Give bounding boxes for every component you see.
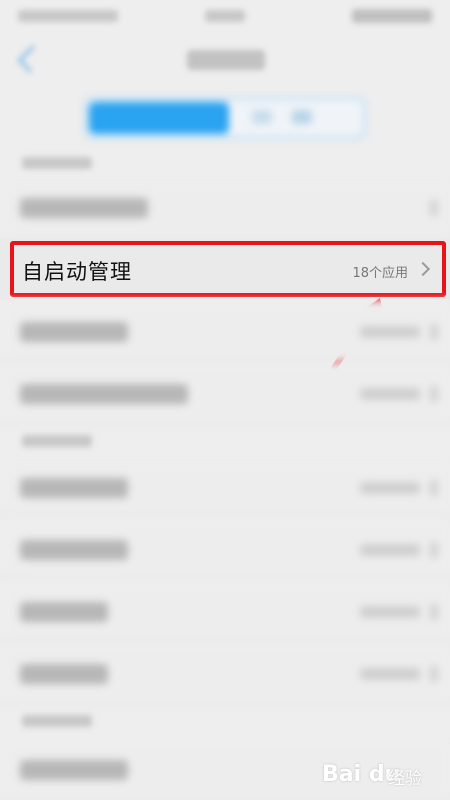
status-bar: [0, 0, 450, 34]
section-header-1: [0, 148, 450, 178]
section-header-3: [0, 706, 450, 736]
list-item-label: [20, 602, 108, 622]
chevron-right-icon: [430, 324, 438, 340]
navigation-bar: [0, 34, 450, 88]
watermark-suffix: 经验: [388, 769, 422, 789]
list-item-value: [360, 482, 420, 494]
chevron-right-icon: [430, 542, 438, 558]
list-item-label: [20, 384, 188, 404]
segmented-control: [84, 97, 366, 139]
list-item-label: [20, 198, 148, 218]
list-item-label: [20, 760, 128, 780]
list-item-value: [360, 668, 420, 680]
chevron-right-icon: [430, 666, 438, 682]
list-item-label: [20, 322, 128, 342]
section-header-text: [22, 157, 92, 169]
clock: [205, 10, 245, 22]
back-arrow-icon[interactable]: [16, 44, 46, 74]
segment-tab-2[interactable]: [252, 110, 272, 124]
list-item[interactable]: [0, 300, 450, 362]
list-item-value: [360, 388, 420, 400]
segment-tab-3[interactable]: [292, 110, 312, 124]
list-item-label: [20, 664, 108, 684]
list-item[interactable]: [0, 518, 450, 580]
chevron-right-icon: [430, 604, 438, 620]
section-header-text: [22, 435, 92, 447]
page-title: [187, 50, 265, 70]
list-item-value: [360, 544, 420, 556]
list-item-value: [360, 606, 420, 618]
list-item[interactable]: [0, 362, 450, 424]
list-item[interactable]: [0, 642, 450, 704]
list-item[interactable]: [0, 176, 450, 238]
chevron-right-icon: [430, 200, 438, 216]
chevron-right-icon: [430, 386, 438, 402]
segment-active-tab[interactable]: [89, 102, 229, 134]
section-header-2: [0, 426, 450, 456]
list-item[interactable]: [0, 456, 450, 518]
list-item-label: [20, 540, 128, 560]
list-item-label: [20, 478, 128, 498]
list-item[interactable]: [0, 580, 450, 642]
section-header-text: [22, 715, 92, 727]
carrier-info: [18, 10, 118, 22]
battery-indicator: [352, 9, 432, 23]
list-item-value: [360, 326, 420, 338]
watermark-logo: Bai du 经验: [322, 752, 442, 792]
annotation-highlight-box: [10, 241, 446, 297]
chevron-right-icon: [430, 480, 438, 496]
